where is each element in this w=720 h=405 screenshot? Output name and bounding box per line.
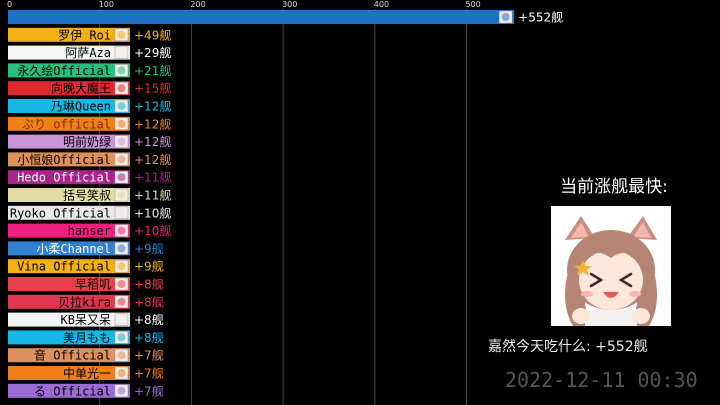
avatar-thumbnail-face — [117, 262, 126, 271]
avatar-thumbnail-face — [117, 137, 126, 146]
avatar-thumbnail-face — [117, 226, 126, 235]
bar-value-label: +29舰 — [134, 46, 171, 60]
avatar-thumbnail-face — [117, 315, 126, 324]
bar-label: 音 Official — [34, 348, 111, 363]
bar-value-label: +11舰 — [134, 189, 171, 203]
bar-label: 阿萨Aza — [65, 46, 111, 60]
bar-value-label: +12舰 — [134, 100, 171, 114]
bar-label: る Official — [34, 384, 111, 398]
fastest-growth-title: 当前涨舰最快: — [560, 177, 668, 197]
bar-label: 向晚大魔王 — [51, 81, 111, 96]
bar-value-label: +7舰 — [134, 367, 164, 381]
bar-value-label: +10舰 — [134, 206, 171, 220]
avatar-thumbnail-face — [117, 30, 126, 39]
bars-layer: 嘉然今天吃什么 +552舰罗伊 Roi +49舰阿萨Aza +29舰永久绘Offici… — [8, 10, 563, 398]
bar-label: 美月もも — [63, 331, 111, 345]
bar-label: KB呆又呆 — [61, 313, 111, 327]
bar-label: Hedo Official — [17, 171, 111, 185]
avatar-thumbnail-face — [117, 84, 126, 93]
avatar-thumbnail-face — [117, 386, 126, 395]
bar-label: 中单光一 — [63, 366, 111, 381]
bar-value-label: +8舰 — [134, 295, 164, 309]
bar-value-label: +12舰 — [134, 153, 171, 167]
bar-label: 嘉然今天吃什么 — [411, 10, 495, 25]
bar-value-label: +8舰 — [134, 278, 164, 292]
bar-label: 罗伊 Roi — [58, 28, 111, 42]
bar-race-stage: 0 100 200 300 400 500 嘉然今天吃什么 +552舰罗伊 Roi +49舰阿… — [0, 0, 720, 405]
avatar-thumbnail-face — [117, 351, 126, 360]
bar-value-label: +9舰 — [134, 260, 164, 274]
axis-tick-label: 100 — [99, 0, 114, 9]
bar-label: 括号笑叔 — [63, 188, 111, 203]
bar-value-label: +49舰 — [134, 28, 171, 42]
bar-label: Ryoko Official — [10, 206, 111, 220]
fastest-growth-caption: 嘉然今天吃什么: +552舰 — [488, 339, 648, 355]
bar-label: 贝拉kira — [58, 294, 111, 309]
bar-label: 明前奶绿 — [63, 134, 111, 149]
axis-tick-label: 0 — [7, 0, 12, 9]
avatar-thumbnail-face — [117, 173, 126, 182]
bar-label: 小柔Channel — [36, 242, 111, 256]
avatar-thumbnail-face — [117, 102, 126, 110]
avatar-thumbnail-face — [117, 208, 126, 217]
bar-value-label: +12舰 — [134, 135, 171, 149]
avatar-thumbnail-face — [117, 66, 126, 75]
avatar-thumbnail-face — [117, 119, 126, 128]
bar-value-label: +9舰 — [134, 242, 164, 256]
avatar-thumbnail-face — [117, 48, 126, 57]
date-stamp: 2022-12-11 00:30 — [505, 368, 698, 392]
bar-value-label: +552舰 — [518, 11, 563, 25]
axis-tick-label: 200 — [190, 0, 205, 9]
avatar-thumbnail-face — [117, 280, 126, 288]
bar-value-label: +15舰 — [134, 82, 171, 96]
avatar-thumbnail-face — [117, 333, 126, 342]
bar-label: 永久绘Official — [17, 63, 111, 78]
bar-value-label: +7舰 — [134, 384, 164, 398]
bar-value-label: +8舰 — [134, 313, 164, 327]
bar-value-label: +10舰 — [134, 224, 171, 238]
bar-label: 小恒娘Official — [17, 152, 111, 167]
bar-value-label: +12舰 — [134, 117, 171, 131]
bar-label: 早稻叽 — [75, 278, 111, 292]
avatar-thumbnail-face — [117, 155, 126, 164]
bar-label: 乃琳Queen — [51, 100, 111, 114]
axis-tick-label: 400 — [374, 0, 389, 9]
avatar-thumbnail-face — [117, 244, 126, 253]
avatar-thumbnail-face — [501, 13, 510, 21]
avatar-thumbnail-face — [117, 297, 126, 306]
bar-label: ぷり official — [22, 117, 111, 131]
bar — [8, 277, 130, 291]
bar-value-label: +8舰 — [134, 331, 164, 345]
bar-value-label: +7舰 — [134, 349, 164, 363]
bar-label: Vina Official — [17, 260, 111, 274]
axis-tick-label: 300 — [282, 0, 297, 9]
axis-tick-label: 500 — [466, 0, 481, 9]
fastest-growth-avatar — [551, 206, 671, 326]
avatar-thumbnail-face — [117, 369, 126, 377]
bar-value-label: +11舰 — [134, 171, 171, 185]
bar-label: hanser — [68, 224, 111, 238]
avatar-thumbnail-face — [117, 191, 126, 199]
bar-value-label: +21舰 — [134, 64, 171, 78]
